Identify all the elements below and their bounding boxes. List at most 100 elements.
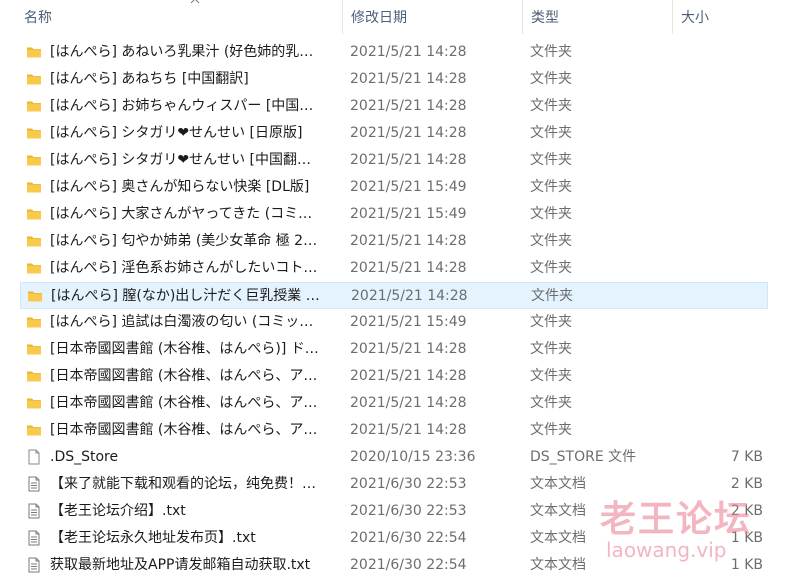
modified-date: 2021/5/21 14:28 [351, 288, 468, 304]
folder-row[interactable]: [はんぺら] 大家さんがヤってきた (コミ… 2021/5/21 15:49 文件夹 [20, 201, 768, 228]
file-type: 文件夹 [530, 179, 572, 195]
folder-row[interactable]: [はんぺら] 匂やか姉弟 (美少女革命 極 2… 2021/5/21 14:28 文… [20, 228, 768, 255]
file-name: [はんぺら] 奥さんが知らない快楽 [DL版] [50, 179, 310, 195]
file-size [670, 336, 763, 363]
file-name: [はんぺら] あねちち [中国翻訳] [50, 71, 249, 87]
folder-icon [26, 44, 42, 60]
folder-row[interactable]: [日本帝國図書館 (木谷椎、はんぺら、ア… 2021/5/21 14:28 文件夹 [20, 417, 768, 444]
text-file-icon [26, 530, 42, 546]
folder-icon [26, 125, 42, 141]
file-size [670, 201, 763, 228]
file-type: DS_STORE 文件 [530, 449, 637, 465]
file-type: 文本文档 [530, 476, 586, 492]
modified-date: 2021/5/21 15:49 [350, 179, 467, 195]
folder-icon [26, 260, 42, 276]
text-file-icon [26, 476, 42, 492]
folder-icon [26, 422, 42, 438]
folder-row[interactable]: [日本帝國図書館 (木谷椎、はんぺら)] ド… 2021/5/21 14:28 文件… [20, 336, 768, 363]
file-name: [はんぺら] あねいろ乳果汁 (好色姉的乳… [50, 44, 314, 60]
file-name: [日本帝國図書館 (木谷椎、はんぺら、ア… [50, 422, 318, 438]
column-header-name[interactable]: 名称 [16, 0, 343, 34]
file-name: 【来了就能下载和观看的论坛，纯免费！… [50, 476, 316, 492]
folder-row[interactable]: [はんぺら] お姉ちゃんウィスパー [中国… 2021/5/21 14:28 文件夹 [20, 93, 768, 120]
modified-date: 2021/6/30 22:54 [350, 557, 467, 573]
column-header-bar: 名称 修改日期 类型 大小 [0, 0, 786, 34]
column-header-date-label: 修改日期 [351, 10, 407, 26]
file-type: 文本文档 [530, 557, 586, 573]
sort-ascending-icon [190, 0, 200, 4]
file-name: [はんぺら] 大家さんがヤってきた (コミ… [50, 206, 313, 222]
file-name: [はんぺら] シタガリ❤せんせい [中国翻… [50, 152, 312, 168]
file-size [670, 93, 763, 120]
column-header-name-label: 名称 [24, 10, 52, 26]
modified-date: 2021/6/30 22:54 [350, 530, 467, 546]
file-type: 文件夹 [530, 368, 572, 384]
file-row[interactable]: .DS_Store 2020/10/15 23:36 DS_STORE 文件 7 KB [20, 444, 768, 471]
file-name: [はんぺら] 淫色系お姉さんがしたいコト… [50, 260, 318, 276]
file-type: 文件夹 [530, 71, 572, 87]
folder-icon [26, 368, 42, 384]
column-header-size-label: 大小 [681, 10, 709, 26]
modified-date: 2021/5/21 14:28 [350, 368, 467, 384]
file-name: [日本帝國図書館 (木谷椎、はんぺら、ア… [50, 368, 318, 384]
file-row[interactable]: 【老王论坛介绍】.txt 2021/6/30 22:53 文本文档 2 KB [20, 498, 768, 525]
modified-date: 2021/5/21 14:28 [350, 341, 467, 357]
folder-row[interactable]: [日本帝國図書館 (木谷椎、はんぺら、ア… 2021/5/21 14:28 文件夹 [20, 390, 768, 417]
modified-date: 2021/6/30 22:53 [350, 503, 467, 519]
file-name: [はんぺら] シタガリ❤せんせい [日原版] [50, 125, 303, 141]
file-name: .DS_Store [50, 449, 119, 465]
folder-icon [26, 179, 42, 195]
modified-date: 2021/5/21 14:28 [350, 395, 467, 411]
folder-row[interactable]: [はんぺら] シタガリ❤せんせい [中国翻… 2021/5/21 14:28 文件夹 [20, 147, 768, 174]
file-icon [26, 449, 42, 465]
folder-row[interactable]: [はんぺら] 淫色系お姉さんがしたいコト… 2021/5/21 14:28 文件夹 [20, 255, 768, 282]
file-row[interactable]: 【老王论坛永久地址发布页】.txt 2021/6/30 22:54 文本文档 1 KB [20, 525, 768, 552]
file-name: [はんぺら] 追試は白濁液の匂い (コミッ… [50, 314, 314, 330]
file-type: 文本文档 [530, 503, 586, 519]
file-row[interactable]: 【来了就能下载和观看的论坛，纯免费！… 2021/6/30 22:53 文本文档 2 … [20, 471, 768, 498]
folder-row[interactable]: [はんぺら] 膣(なか)出し汁だく巨乳授業 … 2021/5/21 14:28 文件… [20, 282, 768, 309]
file-size: 1 KB [730, 557, 763, 573]
modified-date: 2021/5/21 14:28 [350, 125, 467, 141]
file-size [670, 390, 763, 417]
file-name: 【老王论坛介绍】.txt [50, 503, 186, 519]
file-type: 文件夹 [530, 422, 572, 438]
file-size [670, 147, 763, 174]
file-size [670, 228, 763, 255]
modified-date: 2021/5/21 14:28 [350, 260, 467, 276]
folder-row[interactable]: [はんぺら] 奥さんが知らない快楽 [DL版] 2021/5/21 15:49 文件… [20, 174, 768, 201]
file-name: [はんぺら] 膣(なか)出し汁だく巨乳授業 … [51, 288, 320, 304]
file-name: [日本帝國図書館 (木谷椎、はんぺら、ア… [50, 395, 318, 411]
modified-date: 2021/5/21 14:28 [350, 71, 467, 87]
file-size: 2 KB [730, 503, 763, 519]
file-name: 获取最新地址及APP请发邮箱自动获取.txt [50, 557, 311, 573]
text-file-icon [26, 503, 42, 519]
file-size: 7 KB [730, 449, 763, 465]
file-explorer: 名称 修改日期 类型 大小 [はんぺら] あねいろ乳果汁 (好色姉的乳… 2021… [0, 0, 786, 583]
file-size: 1 KB [730, 530, 763, 546]
file-name: [日本帝國図書館 (木谷椎、はんぺら)] ド… [50, 341, 319, 357]
column-header-date[interactable]: 修改日期 [343, 0, 523, 34]
file-size [670, 39, 763, 66]
folder-row[interactable]: [日本帝國図書館 (木谷椎、はんぺら、ア… 2021/5/21 14:28 文件夹 [20, 363, 768, 390]
folder-row[interactable]: [はんぺら] あねいろ乳果汁 (好色姉的乳… 2021/5/21 14:28 文件夹 [20, 39, 768, 66]
modified-date: 2021/5/21 15:49 [350, 206, 467, 222]
file-row[interactable]: 获取最新地址及APP请发邮箱自动获取.txt 2021/6/30 22:54 文本文… [20, 552, 768, 579]
file-type: 文本文档 [530, 530, 586, 546]
folder-row[interactable]: [はんぺら] 追試は白濁液の匂い (コミッ… 2021/5/21 15:49 文件夹 [20, 309, 768, 336]
column-header-type[interactable]: 类型 [523, 0, 673, 34]
folder-row[interactable]: [はんぺら] シタガリ❤せんせい [日原版] 2021/5/21 14:28 文件夹 [20, 120, 768, 147]
folder-icon [26, 98, 42, 114]
file-type: 文件夹 [530, 125, 572, 141]
column-header-size[interactable]: 大小 [673, 0, 773, 34]
folder-row[interactable]: [はんぺら] あねちち [中国翻訳] 2021/5/21 14:28 文件夹 [20, 66, 768, 93]
folder-icon [26, 206, 42, 222]
modified-date: 2020/10/15 23:36 [350, 449, 476, 465]
file-size [670, 417, 763, 444]
file-name: [はんぺら] お姉ちゃんウィスパー [中国… [50, 98, 314, 114]
file-size [670, 255, 763, 282]
file-size [670, 66, 763, 93]
column-header-type-label: 类型 [531, 10, 559, 26]
file-type: 文件夹 [530, 206, 572, 222]
file-type: 文件夹 [530, 314, 572, 330]
